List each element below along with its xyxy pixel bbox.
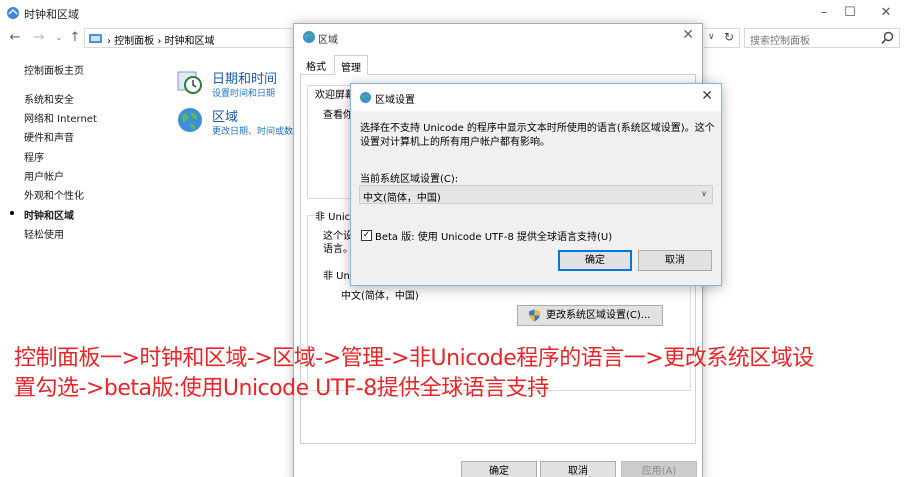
control-panel-icon — [89, 34, 102, 43]
sidebar-item-programs[interactable]: 程序 — [24, 149, 44, 164]
sidebar-item-system-security[interactable]: 系统和安全 — [24, 91, 74, 106]
back-arrow-icon[interactable]: ← — [6, 29, 24, 47]
close-icon[interactable]: ✕ — [682, 27, 694, 43]
sidebar-item-ease-of-access[interactable]: 轻松使用 — [24, 226, 64, 241]
ok-button[interactable]: 确定 — [558, 250, 632, 271]
system-locale-value: 中文(简体，中国) — [363, 193, 441, 204]
system-locale-select[interactable]: 中文(简体，中国) ∨ — [359, 185, 713, 204]
region-link[interactable]: 更改日期、时间或数 — [212, 124, 293, 137]
non-unicode-text-2: 语言。 — [323, 244, 353, 255]
breadcrumb-control-panel[interactable]: 控制面板 — [114, 36, 154, 47]
forward-arrow-icon[interactable]: → — [30, 29, 48, 47]
annotation-line-2: 置勾选->beta版:使用Unicode UTF-8提供全球语言支持 — [14, 376, 549, 401]
annotation-line-1: 控制面板一>时钟和区域->区域->管理->非Unicode程序的语言一>更改系统… — [14, 346, 814, 371]
tab-administrative[interactable]: 管理 — [334, 55, 368, 75]
clock-icon — [177, 71, 202, 94]
uac-shield-icon — [529, 309, 540, 322]
beta-utf8-label[interactable]: Beta 版: 使用 Unicode UTF-8 提供全球语言支持(U) — [375, 228, 612, 243]
cancel-button[interactable]: 取消 — [638, 250, 712, 271]
date-time-title[interactable]: 日期和时间 — [212, 68, 277, 87]
dialog-title: 区域 — [318, 35, 338, 46]
beta-utf8-checkbox[interactable]: ✓ — [361, 230, 372, 241]
search-input[interactable]: 搜索控制面板 — [744, 28, 900, 48]
control-panel-icon — [7, 7, 19, 19]
instruction-annotation: 控制面板一>时钟和区域->区域->管理->非Unicode程序的语言一>更改系统… — [14, 344, 902, 404]
sidebar-item-user-accounts[interactable]: 用户帐户 — [24, 168, 64, 183]
region-settings-dialog: 区域设置 ✕ 选择在不支持 Unicode 的程序中显示文本时所使用的语言(系统… — [350, 83, 722, 286]
globe-icon — [303, 31, 315, 43]
change-system-locale-button[interactable]: 更改系统区域设置(C)... — [517, 305, 663, 326]
tab-format[interactable]: 格式 — [300, 55, 332, 74]
date-time-link[interactable]: 设置时间和日期 — [212, 86, 275, 99]
sidebar-item-home[interactable]: 控制面板主页 — [24, 62, 84, 77]
address-field-controls: ∨ ↻ — [704, 28, 740, 48]
up-arrow-icon[interactable]: ↑ — [66, 29, 84, 47]
sidebar-item-clock-region[interactable]: 时钟和区域 — [10, 207, 74, 222]
chevron-down-icon: ∨ — [701, 189, 707, 198]
breadcrumb-clock-region[interactable]: 时钟和区域 — [165, 36, 215, 47]
ok-button[interactable]: 确定 — [461, 461, 537, 477]
current-system-locale: 中文(简体，中国) — [341, 291, 419, 302]
breadcrumb-separator-icon: › — [157, 36, 162, 47]
search-placeholder: 搜索控制面板 — [750, 36, 810, 47]
change-system-locale-label: 更改系统区域设置(C)... — [546, 310, 651, 321]
current-locale-label: 当前系统区域设置(C): — [360, 174, 459, 185]
non-unicode-sub-heading: 非 Uni — [323, 271, 353, 282]
dialog-title-bar: 区域设置 ✕ — [351, 84, 721, 111]
locale-description: 选择在不支持 Unicode 的程序中显示文本时所使用的语言(系统区域设置)。这… — [360, 123, 715, 148]
maximize-button[interactable]: ☐ — [840, 4, 860, 22]
apply-button[interactable]: 应用(A) — [621, 461, 697, 477]
dialog-title: 区域设置 — [375, 95, 415, 106]
globe-icon — [178, 108, 202, 132]
refresh-icon[interactable]: ↻ — [724, 30, 734, 44]
address-field[interactable]: › 控制面板 › 时钟和区域 — [84, 28, 294, 48]
minimize-button[interactable]: – — [814, 4, 834, 22]
search-icon[interactable] — [881, 31, 894, 45]
sidebar-item-hardware[interactable]: 硬件和声音 — [24, 129, 74, 144]
breadcrumb-separator-icon: › — [107, 36, 111, 47]
sidebar-item-appearance[interactable]: 外观和个性化 — [24, 187, 84, 202]
region-title[interactable]: 区域 — [212, 106, 238, 125]
cancel-button[interactable]: 取消 — [540, 461, 616, 477]
window-title: 时钟和区域 — [24, 8, 79, 21]
sidebar-item-network[interactable]: 网络和 Internet — [24, 110, 97, 125]
close-button[interactable]: ✕ — [876, 4, 896, 22]
close-icon[interactable]: ✕ — [701, 88, 713, 104]
chevron-down-icon[interactable]: ∨ — [708, 32, 715, 42]
current-item-bullet — [10, 211, 14, 215]
globe-icon — [360, 92, 371, 103]
